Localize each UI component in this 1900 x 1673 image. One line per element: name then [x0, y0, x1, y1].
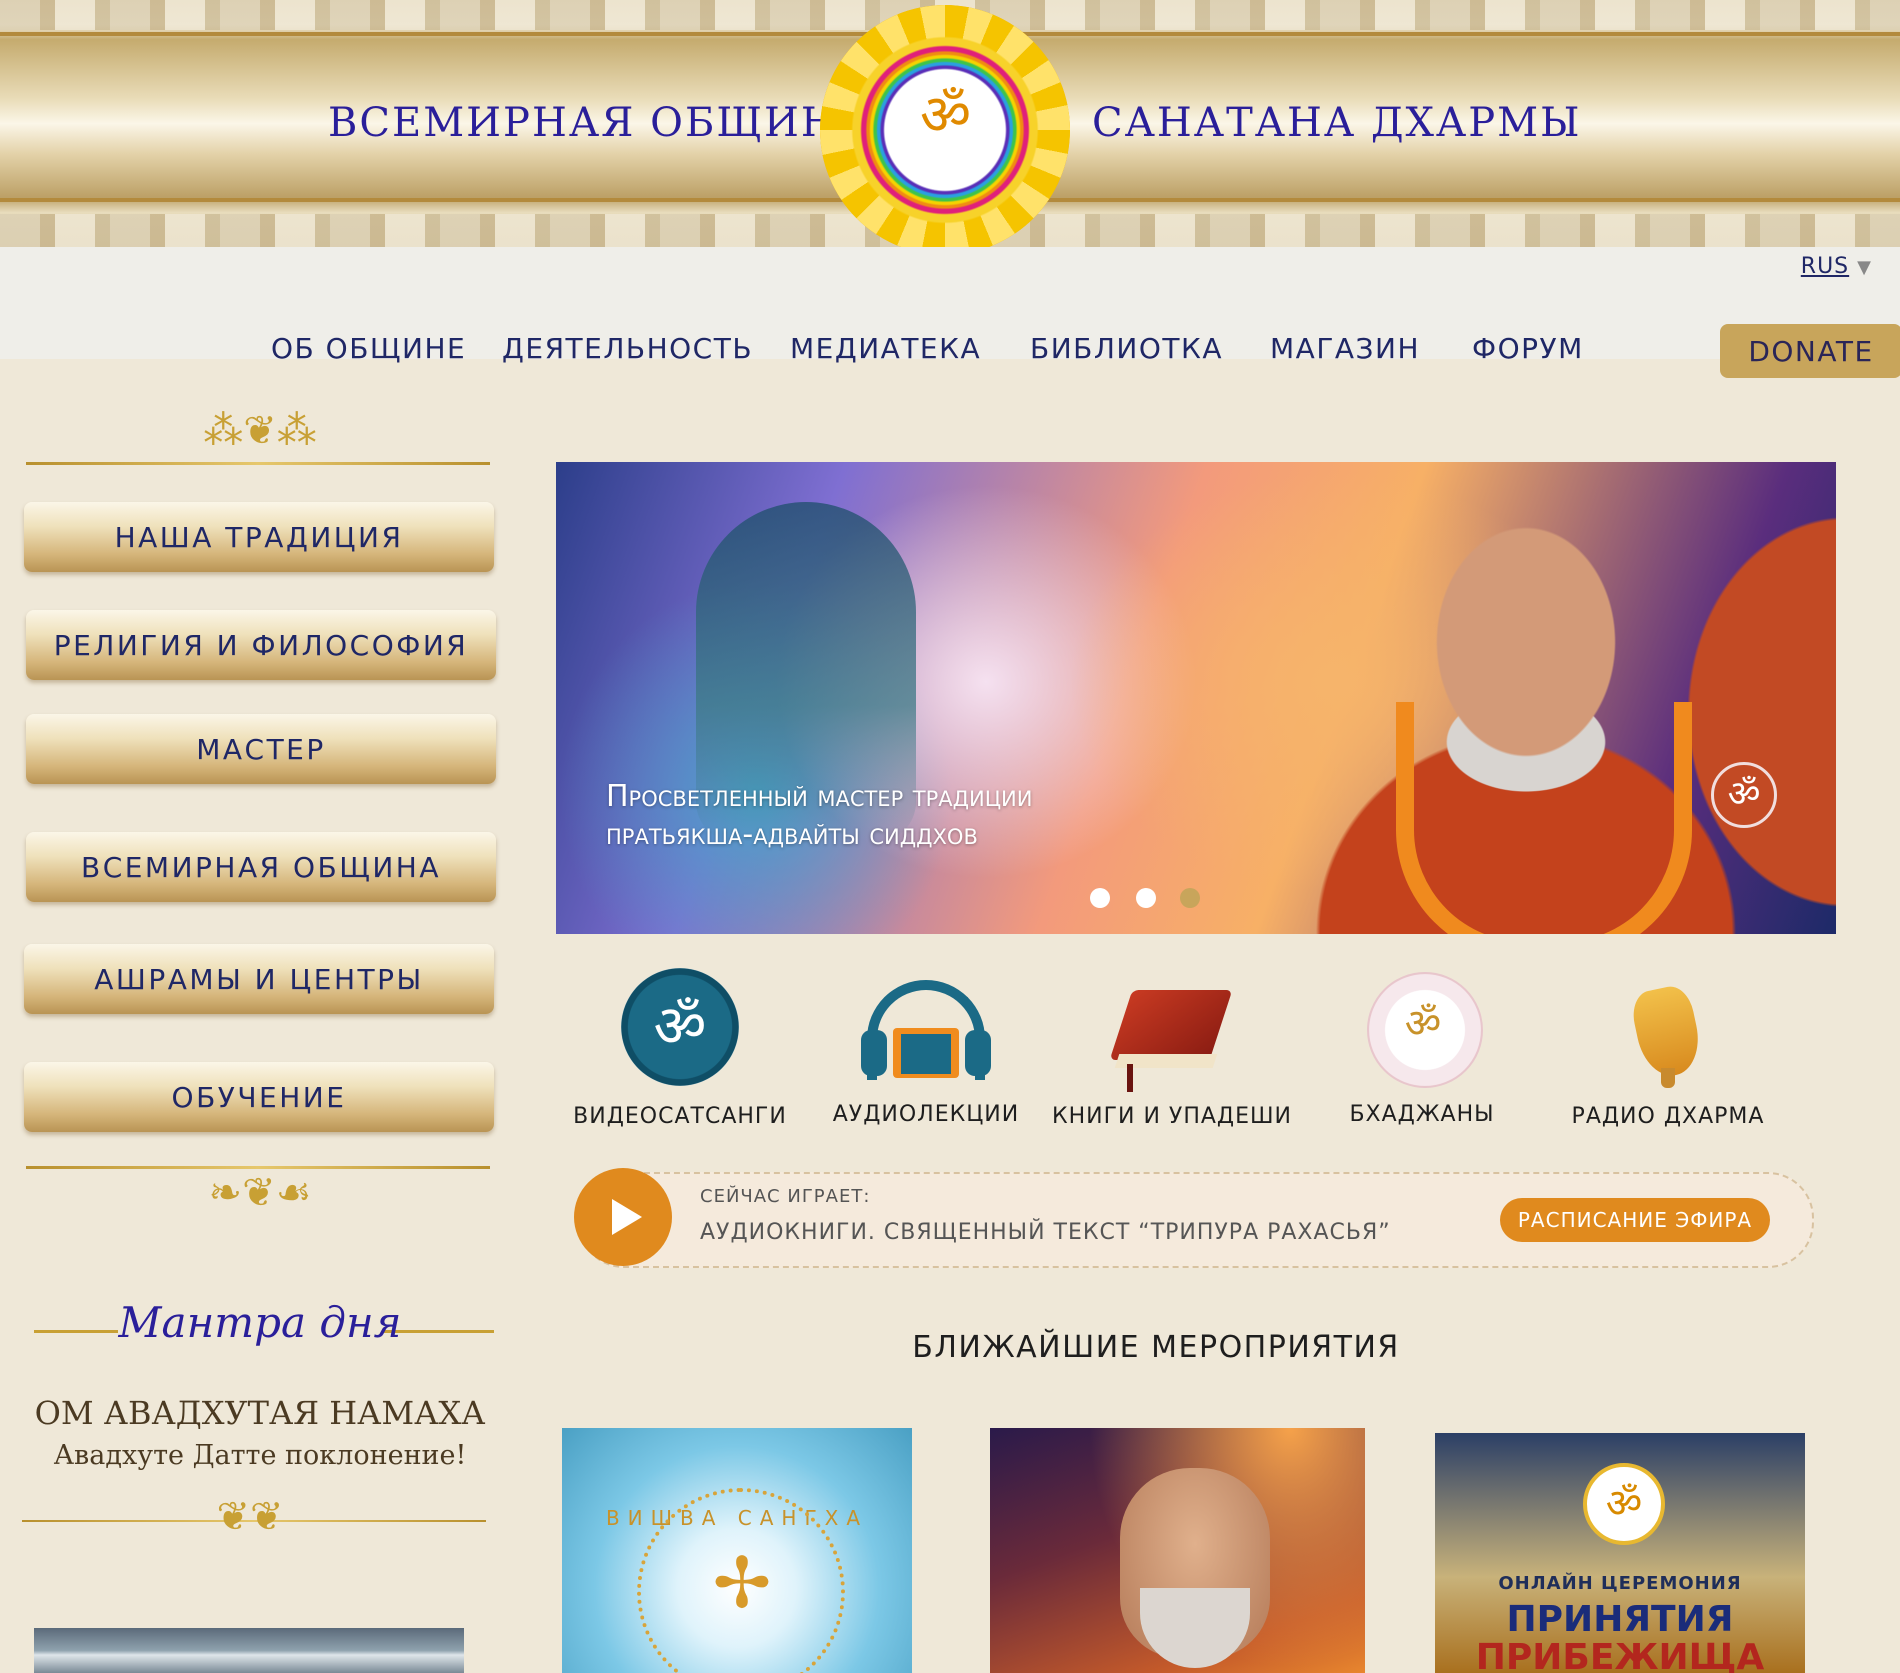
chevron-down-icon: ▼ — [1857, 257, 1872, 278]
flourish-ornament-icon: ❧❦☙ — [208, 1170, 312, 1216]
category-audio-label[interactable]: АУДИОЛЕКЦИИ — [806, 1102, 1046, 1127]
play-button[interactable] — [574, 1168, 672, 1266]
sidebar-item-religion[interactable]: РЕЛИГИЯ И ФИЛОСОФИЯ — [26, 610, 496, 680]
slider-dot-1[interactable] — [1090, 888, 1110, 908]
om-video-icon: ॐ — [615, 968, 745, 1098]
conch-shell-icon — [1603, 968, 1733, 1098]
slider-caption: Просветленный мастер традиции пратьякша-… — [606, 778, 1032, 854]
event-card[interactable]: ВИШВА САНГХА ✢ — [562, 1428, 912, 1673]
vishva-sangha-logo-icon: ✢ — [712, 1542, 772, 1624]
bhajan-seal-icon: ॐ — [1357, 968, 1487, 1098]
mantra-heading: Мантра дня — [118, 1298, 402, 1347]
master-beard — [1140, 1588, 1250, 1668]
flourish-ornament-icon: ❦❦ — [216, 1494, 284, 1540]
event-subtitle: ОНЛАЙН ЦЕРЕМОНИЯ — [1498, 1573, 1742, 1594]
category-audio-lectures[interactable] — [806, 968, 1046, 1098]
slider-dot-2[interactable] — [1136, 888, 1156, 908]
sidebar-thumbnail-image[interactable] — [34, 1628, 464, 1673]
flourish-ornament-icon: ⁂❦⁂ — [203, 408, 317, 454]
nav-item-activity[interactable]: ДЕЯТЕЛЬНОСТЬ — [502, 332, 753, 365]
sidebar-item-community[interactable]: ВСЕМИРНАЯ ОБЩИНА — [26, 832, 496, 902]
slider-caption-line2: пратьякша-адвайты сиддхов — [606, 817, 978, 852]
om-badge-icon: ॐ — [1711, 762, 1777, 828]
nav-item-forum[interactable]: ФОРУМ — [1472, 332, 1584, 365]
event-title-line1: ПРИНЯТИЯ — [1506, 1599, 1734, 1640]
schedule-button[interactable]: РАСПИСАНИЕ ЭФИРА — [1500, 1198, 1770, 1242]
donate-button[interactable]: DONATE — [1720, 324, 1900, 378]
nav-item-shop[interactable]: МАГАЗИН — [1270, 332, 1420, 365]
sidebar-item-education[interactable]: ОБУЧЕНИЕ — [24, 1062, 494, 1132]
now-playing-track: АУДИОКНИГИ. СВЯЩЕННЫЙ ТЕКСТ “ТРИПУРА РАХ… — [700, 1220, 1391, 1245]
main-nav: ОБ ОБЩИНЕ ДЕЯТЕЛЬНОСТЬ МЕДИАТЕКА БИБЛИОТ… — [0, 332, 1900, 372]
site-title-left[interactable]: ВСЕМИРНАЯ ОБЩИНА — [328, 100, 870, 146]
language-selector[interactable]: RUS ▼ — [1801, 254, 1872, 279]
logo-om-icon: ॐ — [920, 83, 972, 148]
events-heading: БЛИЖАЙШИЕ МЕРОПРИЯТИЯ — [912, 1330, 1400, 1365]
nav-item-about[interactable]: ОБ ОБЩИНЕ — [271, 332, 466, 365]
play-icon — [612, 1199, 642, 1235]
headphones-book-icon — [861, 968, 991, 1098]
category-books-label[interactable]: КНИГИ И УПАДЕШИ — [1052, 1104, 1292, 1129]
category-books[interactable] — [1052, 968, 1292, 1098]
slider-caption-line1: Просветленный мастер традиции — [606, 779, 1033, 814]
hero-slider[interactable]: ॐ Просветленный мастер традиции пратьякш… — [556, 462, 1836, 934]
category-bhajans[interactable]: ॐ — [1302, 968, 1542, 1098]
gold-divider — [26, 462, 490, 465]
language-label: RUS — [1800, 254, 1850, 279]
event-card[interactable]: ॐ ОНЛАЙН ЦЕРЕМОНИЯ ПРИНЯТИЯ ПРИБЕЖИЩА — [1435, 1433, 1805, 1673]
category-video-label[interactable]: ВИДЕОСАТСАНГИ — [560, 1104, 800, 1129]
mantra-text: ОМ АВАДХУТАЯ НАМАХА — [34, 1394, 486, 1432]
category-video-satsangs[interactable]: ॐ — [560, 968, 800, 1098]
event-title-line2: ПРИБЕЖИЩА — [1475, 1637, 1765, 1673]
site-title-right[interactable]: САНАТАНА ДХАРМЫ — [1092, 100, 1581, 146]
category-bhajans-label[interactable]: БХАДЖАНЫ — [1302, 1102, 1542, 1127]
sidebar-item-master[interactable]: МАСТЕР — [26, 714, 496, 784]
flower-garland — [1396, 702, 1692, 934]
nav-item-library[interactable]: БИБЛИОТКА — [1030, 332, 1223, 365]
slider-dot-3[interactable] — [1180, 888, 1200, 908]
sidebar-item-ashrams[interactable]: АШРАМЫ И ЦЕНТРЫ — [24, 944, 494, 1014]
nav-item-media[interactable]: МЕДИАТЕКА — [790, 332, 981, 365]
category-radio-label[interactable]: РАДИО ДХАРМА — [1548, 1104, 1788, 1129]
sidebar-item-tradition[interactable]: НАША ТРАДИЦИЯ — [24, 502, 494, 572]
gold-divider — [26, 1166, 490, 1169]
event-card[interactable] — [990, 1428, 1365, 1673]
category-radio[interactable] — [1548, 968, 1788, 1098]
mantra-translation: Авадхуте Датте поклонение! — [53, 1440, 467, 1471]
now-playing-label: СЕЙЧАС ИГРАЕТ: — [700, 1186, 871, 1207]
om-logo-icon: ॐ — [1583, 1463, 1665, 1545]
book-icon — [1107, 968, 1237, 1098]
